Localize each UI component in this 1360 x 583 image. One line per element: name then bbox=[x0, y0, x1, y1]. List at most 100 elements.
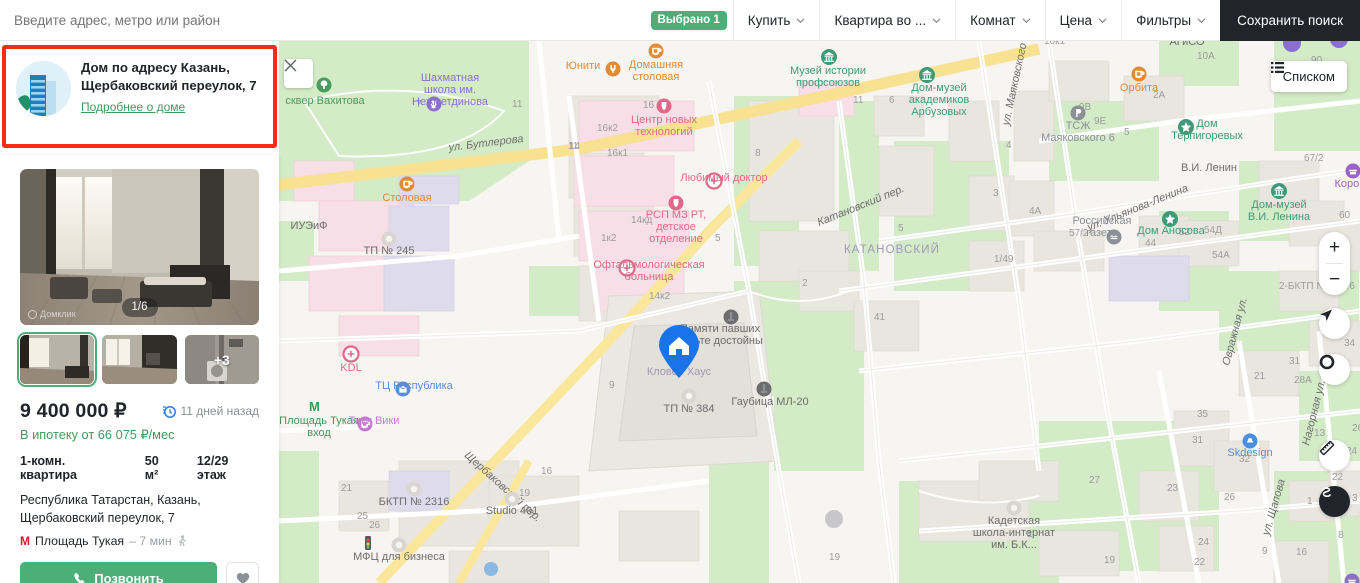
map-poi-label[interactable]: Шахматная bbox=[421, 72, 479, 84]
food-icon bbox=[605, 61, 621, 77]
house-info-card[interactable]: Дом по адресу Казань, Щербаковский переу… bbox=[2, 45, 277, 148]
map-house-number: 60 bbox=[1339, 210, 1351, 221]
filter-rooms[interactable]: Комнат bbox=[955, 0, 1045, 41]
filter-more-filters[interactable]: Фильтры bbox=[1121, 0, 1220, 41]
map-house-number: 19 bbox=[519, 488, 531, 499]
thumbnail-2[interactable] bbox=[102, 335, 177, 384]
map-poi-label[interactable]: ИУЭиФ bbox=[290, 220, 327, 232]
map-poi-label[interactable]: профсоюзов bbox=[796, 77, 860, 89]
zoom-out-button[interactable]: − bbox=[1319, 264, 1350, 295]
save-search-button[interactable]: Сохранить поиск bbox=[1220, 0, 1360, 41]
museum-icon bbox=[919, 67, 935, 83]
list-view-button[interactable]: Списком bbox=[1270, 61, 1347, 92]
map-poi-label[interactable]: Любимый доктор bbox=[680, 172, 767, 184]
map-poi-label[interactable]: газета bbox=[1086, 227, 1118, 239]
search-input[interactable] bbox=[12, 11, 651, 29]
map-poi-label[interactable]: столовая bbox=[633, 71, 680, 83]
map-canvas[interactable]: ул. Бутлерова Щербаковский пер. Катановс… bbox=[279, 41, 1360, 583]
map-poi-label[interactable]: ТСЖ bbox=[1066, 120, 1091, 132]
favorite-button[interactable] bbox=[226, 561, 259, 583]
list-view-label: Списком bbox=[1282, 69, 1335, 84]
map-poi-label[interactable]: школа им. bbox=[424, 84, 476, 96]
thumbnail-1[interactable] bbox=[16, 332, 98, 387]
thumbnail-more[interactable]: +3 bbox=[184, 335, 259, 384]
map-poi-label[interactable]: АГиСО bbox=[1169, 41, 1205, 48]
spec-area: 50 м² bbox=[144, 454, 159, 482]
map-poi-label[interactable]: технологий bbox=[635, 126, 692, 138]
map-poi-label[interactable]: Кадетская bbox=[988, 515, 1040, 527]
map-poi-label[interactable]: Дом-музей bbox=[911, 82, 966, 94]
phone-icon bbox=[74, 572, 85, 583]
listing-main-photo[interactable]: Домклик 1/6 bbox=[20, 169, 259, 325]
status-badge: Выбрано 1 bbox=[650, 10, 727, 30]
map-house-number: 9E bbox=[1094, 116, 1107, 127]
map-poi-label[interactable]: Маяковского 6 bbox=[1041, 132, 1115, 144]
map-poi-label[interactable]: Площадь Тукая bbox=[279, 415, 359, 427]
map-house-number: 16к2 bbox=[597, 123, 618, 134]
map-layers-button[interactable] bbox=[1319, 486, 1350, 517]
med-icon bbox=[656, 98, 672, 114]
panorama-button[interactable] bbox=[1319, 354, 1350, 385]
watermark-logo-icon bbox=[28, 309, 37, 319]
close-panel-button[interactable] bbox=[284, 59, 313, 88]
map-poi-label[interactable]: Тики Вики bbox=[349, 415, 400, 427]
map-poi-label[interactable]: Studio 401 bbox=[486, 505, 539, 517]
map-poi-label[interactable]: Офтальмологическая bbox=[593, 259, 704, 271]
map-poi-label[interactable]: KDL bbox=[340, 362, 361, 374]
map-house-number: 5 bbox=[898, 223, 904, 234]
map-poi-label[interactable]: ТЦ Республика bbox=[375, 380, 453, 392]
map-poi-label[interactable]: вход bbox=[307, 427, 331, 439]
map-poi-label[interactable]: Центр новых bbox=[631, 114, 697, 126]
map-house-number: 6 bbox=[889, 95, 895, 106]
call-button[interactable]: Позвонить bbox=[20, 561, 217, 583]
map-poi-label[interactable]: Skdesign bbox=[1227, 447, 1272, 459]
map-poi-label[interactable]: В.И. Ленин bbox=[1181, 162, 1237, 174]
house-details-link[interactable]: Подробнее о доме bbox=[81, 100, 263, 114]
map-poi-label[interactable]: В.И. Ленина bbox=[1248, 211, 1311, 223]
map-poi-label[interactable]: Арбузовых bbox=[911, 106, 967, 118]
map-poi-label[interactable]: РСП МЗ РТ, bbox=[646, 209, 706, 221]
map-poi-label[interactable]: Терпигоревых bbox=[1171, 130, 1243, 142]
mortgage-offer: В ипотеку от 66 075 ₽/мес bbox=[20, 427, 175, 442]
map-poi-label[interactable]: школа-интернат bbox=[973, 527, 1055, 539]
map-house-number: 1к2 bbox=[601, 233, 617, 244]
map-poi-label[interactable]: БКТП № 2316 bbox=[379, 496, 450, 508]
circle-icon bbox=[406, 481, 422, 497]
map-poi-label[interactable]: Гаубица МЛ-20 bbox=[731, 396, 808, 408]
zoom-in-button[interactable]: + bbox=[1319, 232, 1350, 263]
filter-property-type[interactable]: Квартира во ... bbox=[819, 0, 955, 41]
map-poi-label[interactable]: Корона bbox=[1335, 178, 1360, 190]
map-house-number: 67/2 bbox=[1304, 153, 1324, 164]
ruler-icon bbox=[1319, 440, 1335, 456]
map-poi-label[interactable]: Российская bbox=[1073, 215, 1132, 227]
map-poi-label[interactable]: детское bbox=[656, 221, 696, 233]
map-poi-label[interactable]: Столовая bbox=[382, 192, 431, 204]
map-poi-label[interactable]: сквер Вахитова bbox=[285, 95, 365, 107]
map-poi-label[interactable]: Дом-музей bbox=[1251, 199, 1306, 211]
ruler-measure-button[interactable] bbox=[1319, 440, 1350, 471]
map-poi-label[interactable]: Домашняя bbox=[629, 59, 683, 71]
map-poi-label[interactable]: им. Б.К... bbox=[991, 539, 1037, 551]
filter-price[interactable]: Цена bbox=[1044, 0, 1121, 41]
map-poi-label[interactable]: МФЦ для бизнеса bbox=[353, 551, 446, 563]
map-poi-label[interactable]: Орбита bbox=[1120, 82, 1159, 94]
map-poi-label[interactable]: ТП № 245 bbox=[364, 245, 415, 257]
map-house-number: 1 bbox=[1307, 496, 1313, 507]
map-house-number: 1/49 bbox=[994, 254, 1014, 265]
search-field-wrapper[interactable] bbox=[0, 0, 651, 41]
map-poi-label[interactable]: Нежметдинова bbox=[412, 96, 489, 108]
map-house-number: 8 bbox=[755, 148, 761, 159]
filter-buy[interactable]: Купить bbox=[732, 0, 820, 41]
map-poi-label[interactable]: Музей истории bbox=[790, 65, 866, 77]
map-poi-label[interactable]: академиков bbox=[909, 94, 970, 106]
map-zoom-controls: + − bbox=[1319, 232, 1350, 295]
map-house-number: 25 bbox=[357, 511, 369, 522]
map-poi-label[interactable]: Юнити bbox=[566, 60, 601, 72]
map-poi-label[interactable]: Дом Аносова bbox=[1137, 225, 1205, 237]
map-poi-label[interactable]: ТП № 384 bbox=[664, 403, 715, 415]
map-poi-label[interactable]: больница bbox=[625, 271, 675, 283]
listing-price: 9 400 000 ₽ bbox=[20, 400, 127, 422]
map-poi-label[interactable]: отделение bbox=[649, 233, 703, 245]
locate-me-button[interactable] bbox=[1319, 308, 1350, 339]
map-poi-label[interactable]: Дом bbox=[1196, 118, 1217, 130]
